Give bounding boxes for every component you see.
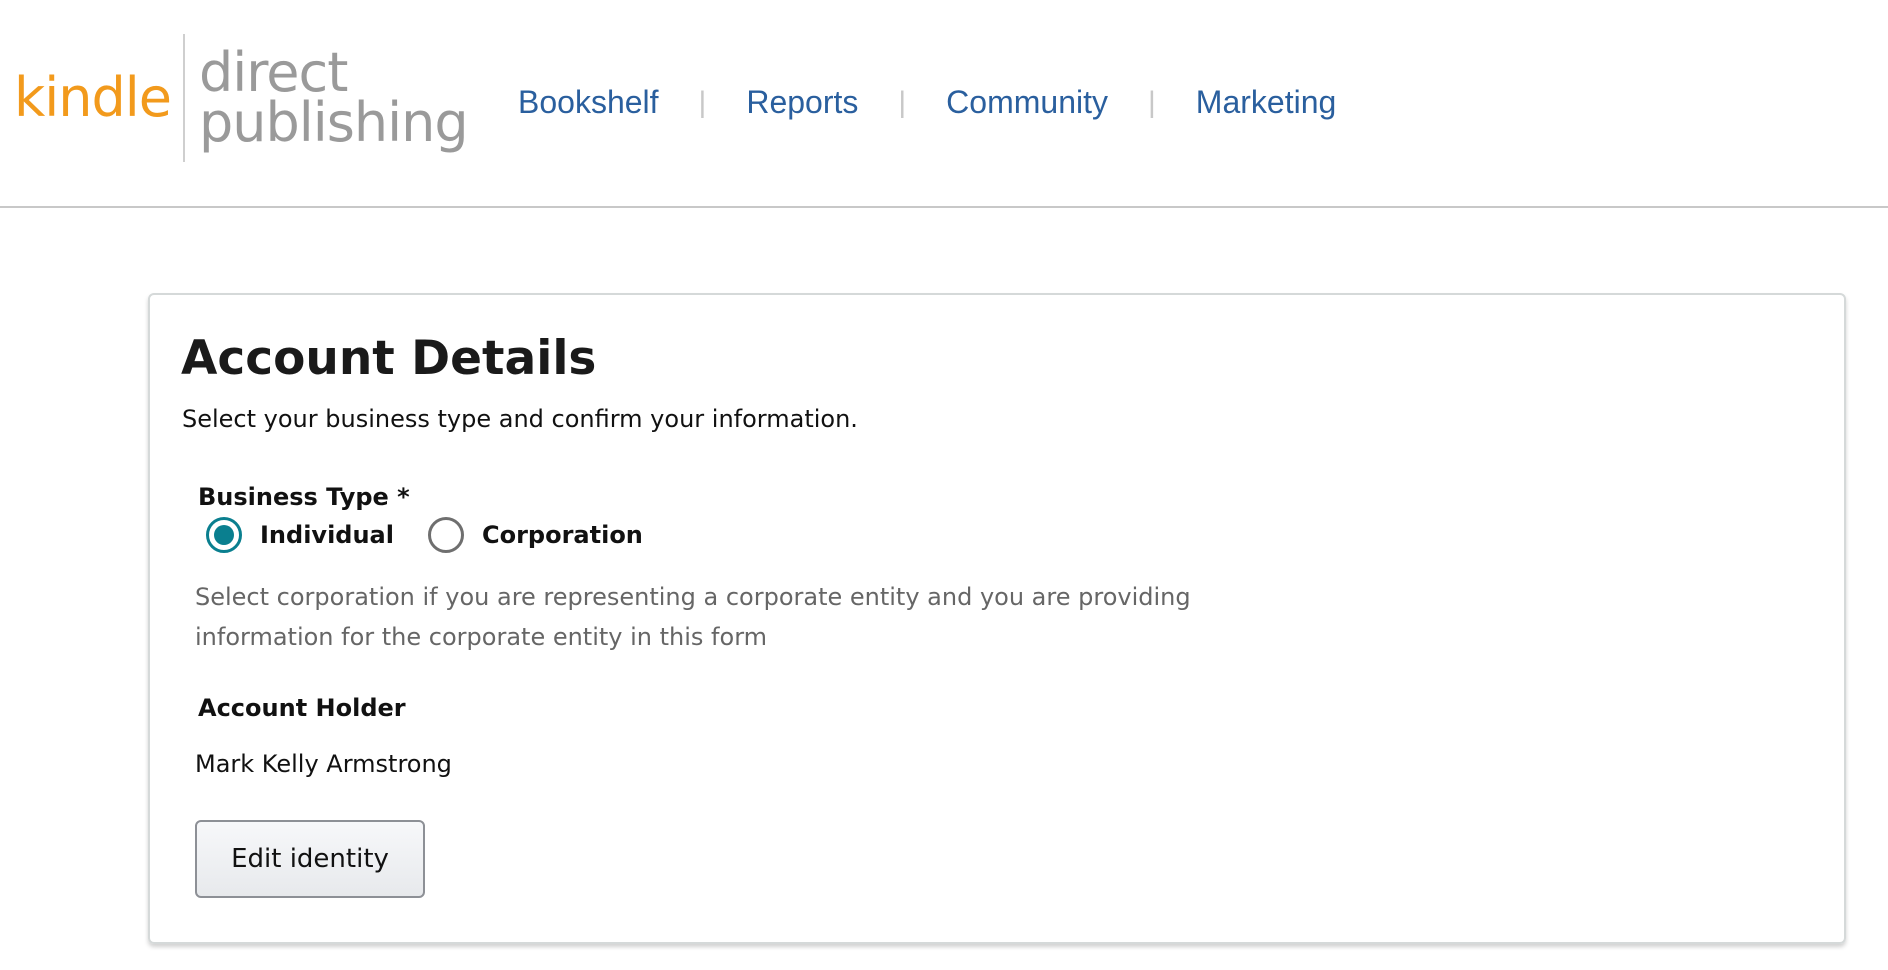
- nav-separator: |: [698, 85, 707, 119]
- radio-corporation-unchecked-icon[interactable]: [427, 517, 464, 553]
- nav-separator: |: [1147, 85, 1156, 119]
- radio-corporation[interactable]: Corporation: [427, 517, 643, 553]
- main-nav: Bookshelf | Reports | Community | Market…: [518, 84, 1336, 121]
- nav-separator: |: [898, 85, 907, 119]
- account-holder-value: Mark Kelly Armstrong: [195, 750, 452, 778]
- radio-individual[interactable]: Individual: [206, 517, 394, 553]
- business-type-radio-group: Individual Corporation: [206, 517, 677, 553]
- radio-corporation-label[interactable]: Corporation: [482, 521, 643, 549]
- account-holder-label: Account Holder: [198, 694, 406, 722]
- radio-individual-checked-icon[interactable]: [206, 517, 242, 553]
- logo-kindle-text: kindle: [14, 66, 172, 129]
- logo-publishing-text: publishing: [199, 91, 469, 154]
- edit-identity-button[interactable]: Edit identity: [195, 820, 425, 898]
- nav-bookshelf[interactable]: Bookshelf: [518, 84, 659, 121]
- nav-community[interactable]: Community: [946, 84, 1108, 121]
- radio-dot-icon: [214, 525, 234, 545]
- nav-reports[interactable]: Reports: [746, 84, 858, 121]
- page: kindle direct publishing Bookshelf | Rep…: [0, 0, 1888, 970]
- radio-individual-label[interactable]: Individual: [260, 521, 394, 549]
- page-title: Account Details: [181, 331, 597, 386]
- account-details-card: Account Details Select your business typ…: [148, 293, 1846, 944]
- business-type-label: Business Type *: [198, 483, 410, 511]
- business-type-helper-text: Select corporation if you are representi…: [195, 583, 1191, 651]
- top-header: kindle direct publishing Bookshelf | Rep…: [0, 0, 1888, 208]
- nav-marketing[interactable]: Marketing: [1196, 84, 1337, 121]
- page-subtitle: Select your business type and confirm yo…: [182, 405, 858, 433]
- logo-direct-publishing: direct publishing: [185, 46, 469, 154]
- kdp-logo[interactable]: kindle direct publishing: [14, 33, 469, 163]
